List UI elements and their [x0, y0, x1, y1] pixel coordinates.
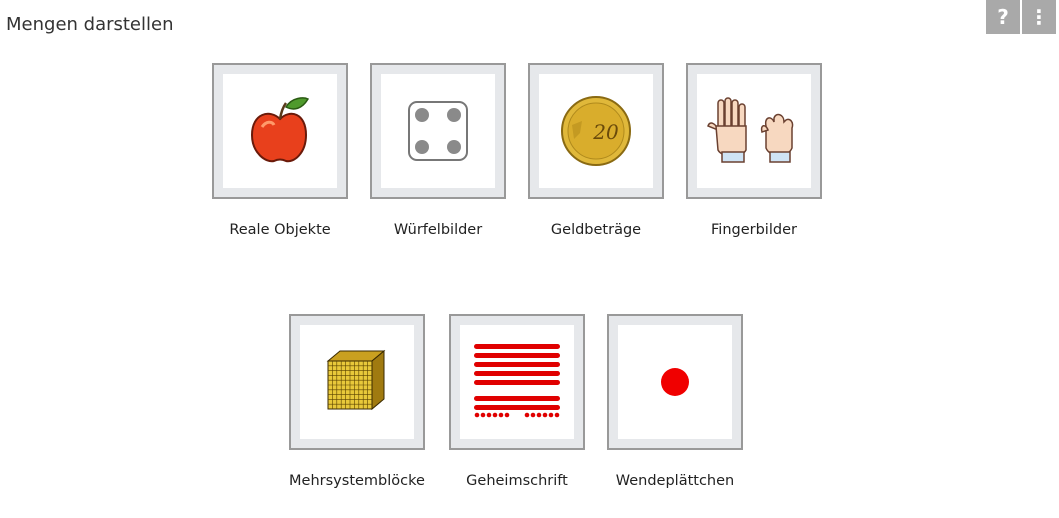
tile-label: Wendeplättchen	[615, 473, 735, 489]
tile-image-frame	[300, 325, 414, 439]
tile-fingerbilder[interactable]	[686, 63, 822, 199]
more-menu-button[interactable]: ⋮	[1022, 0, 1056, 34]
tile-label: Reale Objekte	[229, 222, 331, 238]
tile-label: Geldbeträge	[550, 222, 642, 238]
tile-image-frame	[460, 325, 574, 439]
tile-mehrsystembloecke[interactable]	[289, 314, 425, 450]
coin-20-cent-icon: 20	[561, 96, 631, 166]
tile-label: Mehrsystemblöcke	[289, 473, 425, 489]
tile-label: Fingerbilder	[711, 222, 797, 238]
coin-value: 20	[592, 120, 619, 144]
dice-four-icon	[408, 101, 468, 161]
tile-wendeplaettchen[interactable]	[607, 314, 743, 450]
tile-label: Geheimschrift	[466, 473, 568, 489]
tile-image-frame	[618, 325, 732, 439]
tile-image-frame	[697, 74, 811, 188]
base-ten-cube-icon	[326, 349, 386, 411]
tile-reale-objekte[interactable]	[212, 63, 348, 199]
tile-wuerfelbilder[interactable]	[370, 63, 506, 199]
tile-geldbetraege[interactable]: 20	[528, 63, 664, 199]
red-counter-icon	[661, 368, 689, 396]
tile-image-frame	[381, 74, 495, 188]
tile-label: Würfelbilder	[393, 222, 483, 238]
top-toolbar: ? ⋮	[986, 0, 1056, 34]
tile-image-frame: 20	[539, 74, 653, 188]
hands-fingers-icon	[707, 97, 794, 163]
tile-image-frame	[223, 74, 337, 188]
page-title: Mengen darstellen	[6, 14, 174, 35]
secret-code-lines-icon	[474, 344, 560, 418]
help-button[interactable]: ?	[986, 0, 1020, 34]
apple-icon	[250, 97, 310, 163]
tile-geheimschrift[interactable]	[449, 314, 585, 450]
